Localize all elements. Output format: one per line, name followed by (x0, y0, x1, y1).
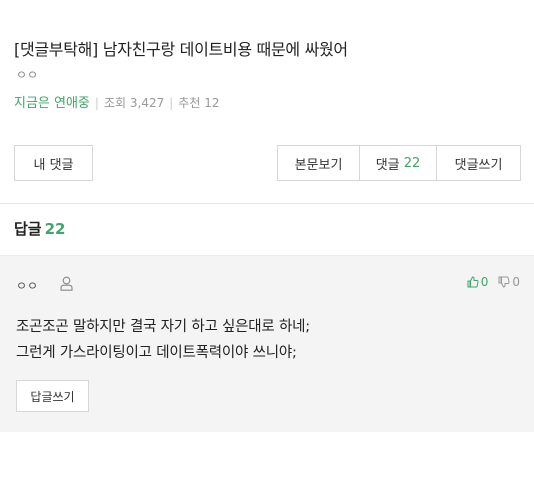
user-icon (60, 276, 73, 291)
board-link[interactable]: 지금은 연애중 (14, 96, 90, 111)
recommend-label: 추천 (178, 96, 201, 110)
write-comment-button[interactable]: 댓글쓰기 (437, 146, 520, 180)
views-count: 3,427 (129, 96, 165, 110)
vote-controls: 0 0 (457, 275, 520, 289)
post-author: ㅇㅇ (16, 68, 39, 82)
meta-separator: | (169, 96, 174, 110)
reply-button[interactable]: 답글쓰기 (16, 380, 89, 412)
meta-separator: | (94, 96, 99, 110)
comment-author: ㅇㅇ (16, 279, 39, 293)
view-body-button[interactable]: 본문보기 (278, 146, 360, 180)
dislike-button[interactable]: 0 (498, 275, 520, 289)
comments-button[interactable]: 댓글 22 (360, 146, 437, 180)
post-title: [댓글부탁해] 남자친구랑 데이트비용 때문에 싸웠어 (14, 40, 348, 59)
comment-item: ㅇㅇ 0 0 조곤조곤 말하지만 결국 자기 하고 싶은대로 하네; 그런게 가… (0, 255, 534, 432)
comment-line: 그런게 가스라이팅이고 데이트폭력이야 쓰니야; (16, 345, 297, 361)
replies-count: 22 (44, 220, 66, 238)
comments-count: 22 (403, 155, 421, 171)
replies-header: 답글 22 (14, 218, 65, 239)
comments-label: 댓글 (375, 157, 400, 173)
section-divider (0, 203, 534, 204)
comment-line: 조곤조곤 말하지만 결국 자기 하고 싶은대로 하네; (16, 319, 310, 335)
like-count: 0 (480, 275, 489, 289)
views-label: 조회 (103, 96, 127, 110)
my-comments-button[interactable]: 내 댓글 (14, 145, 93, 181)
comment-body: 조곤조곤 말하지만 결국 자기 하고 싶은대로 하네; 그런게 가스라이팅이고 … (16, 314, 310, 366)
replies-label: 답글 (14, 220, 42, 238)
thumbs-up-icon (467, 276, 479, 288)
post-meta: 지금은 연애중 | 조회 3,427 | 추천 12 (14, 92, 219, 111)
dislike-count: 0 (512, 275, 520, 289)
thumbs-down-icon (498, 276, 510, 288)
like-button[interactable]: 0 (467, 275, 489, 289)
post-action-group: 본문보기 댓글 22 댓글쓰기 (277, 145, 521, 181)
recommend-count: 12 (204, 96, 220, 110)
